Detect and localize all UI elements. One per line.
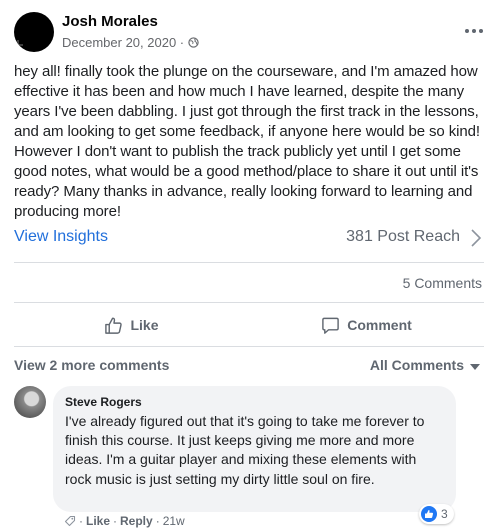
post-meta: December 20, 2020 · bbox=[62, 35, 199, 50]
comment-like-link[interactable]: Like bbox=[86, 514, 110, 528]
reaction-count: 3 bbox=[441, 507, 448, 521]
post-actions: Like Comment bbox=[14, 306, 484, 344]
divider bbox=[14, 302, 484, 303]
post-text: hey all! finally took the plunge on the … bbox=[14, 63, 480, 220]
globe-icon bbox=[188, 37, 199, 48]
comment-count[interactable]: 5 Comments bbox=[403, 275, 482, 291]
author-name[interactable]: Josh Morales bbox=[62, 13, 158, 30]
author-avatar[interactable] bbox=[14, 12, 54, 52]
comment-reactions[interactable]: 3 bbox=[419, 504, 454, 524]
like-label: Like bbox=[130, 317, 159, 333]
post-reach[interactable]: 381 Post Reach bbox=[346, 228, 460, 246]
comment-time[interactable]: 21w bbox=[163, 514, 185, 528]
comment-label: Comment bbox=[347, 317, 412, 333]
like-reaction-icon bbox=[421, 506, 437, 522]
tag-icon bbox=[64, 515, 76, 527]
post-header: Josh Morales December 20, 2020 · bbox=[14, 12, 484, 52]
comment-reply-link[interactable]: Reply bbox=[120, 514, 153, 528]
comment-filter-dropdown[interactable]: All Comments bbox=[370, 357, 464, 373]
thumbs-up-icon bbox=[105, 317, 123, 334]
post-date[interactable]: December 20, 2020 · bbox=[62, 35, 184, 50]
more-options-icon[interactable] bbox=[464, 26, 484, 36]
comment-bubble-icon bbox=[322, 317, 340, 334]
view-insights-link[interactable]: View Insights bbox=[14, 228, 108, 246]
caret-down-icon[interactable] bbox=[470, 364, 480, 370]
commenter-avatar[interactable] bbox=[14, 386, 46, 418]
comment-actions: · Like · Reply · 21w bbox=[64, 514, 185, 528]
like-button[interactable]: Like bbox=[14, 306, 249, 344]
separator: · bbox=[79, 514, 83, 528]
separator: · bbox=[113, 514, 118, 528]
comment-button[interactable]: Comment bbox=[249, 306, 484, 344]
comments-bar: View 2 more comments All Comments bbox=[14, 356, 484, 376]
divider bbox=[14, 346, 484, 347]
commenter-name[interactable]: Steve Rogers bbox=[65, 395, 444, 409]
chevron-right-icon[interactable] bbox=[470, 228, 482, 248]
insights-row: View Insights 381 Post Reach bbox=[14, 226, 484, 250]
view-more-comments-link[interactable]: View 2 more comments bbox=[14, 357, 169, 373]
comment-text: I've already figured out that it's going… bbox=[65, 413, 425, 487]
divider bbox=[14, 262, 484, 263]
separator: · bbox=[155, 514, 160, 528]
comment-bubble: Steve Rogers I've already figured out th… bbox=[53, 386, 456, 512]
